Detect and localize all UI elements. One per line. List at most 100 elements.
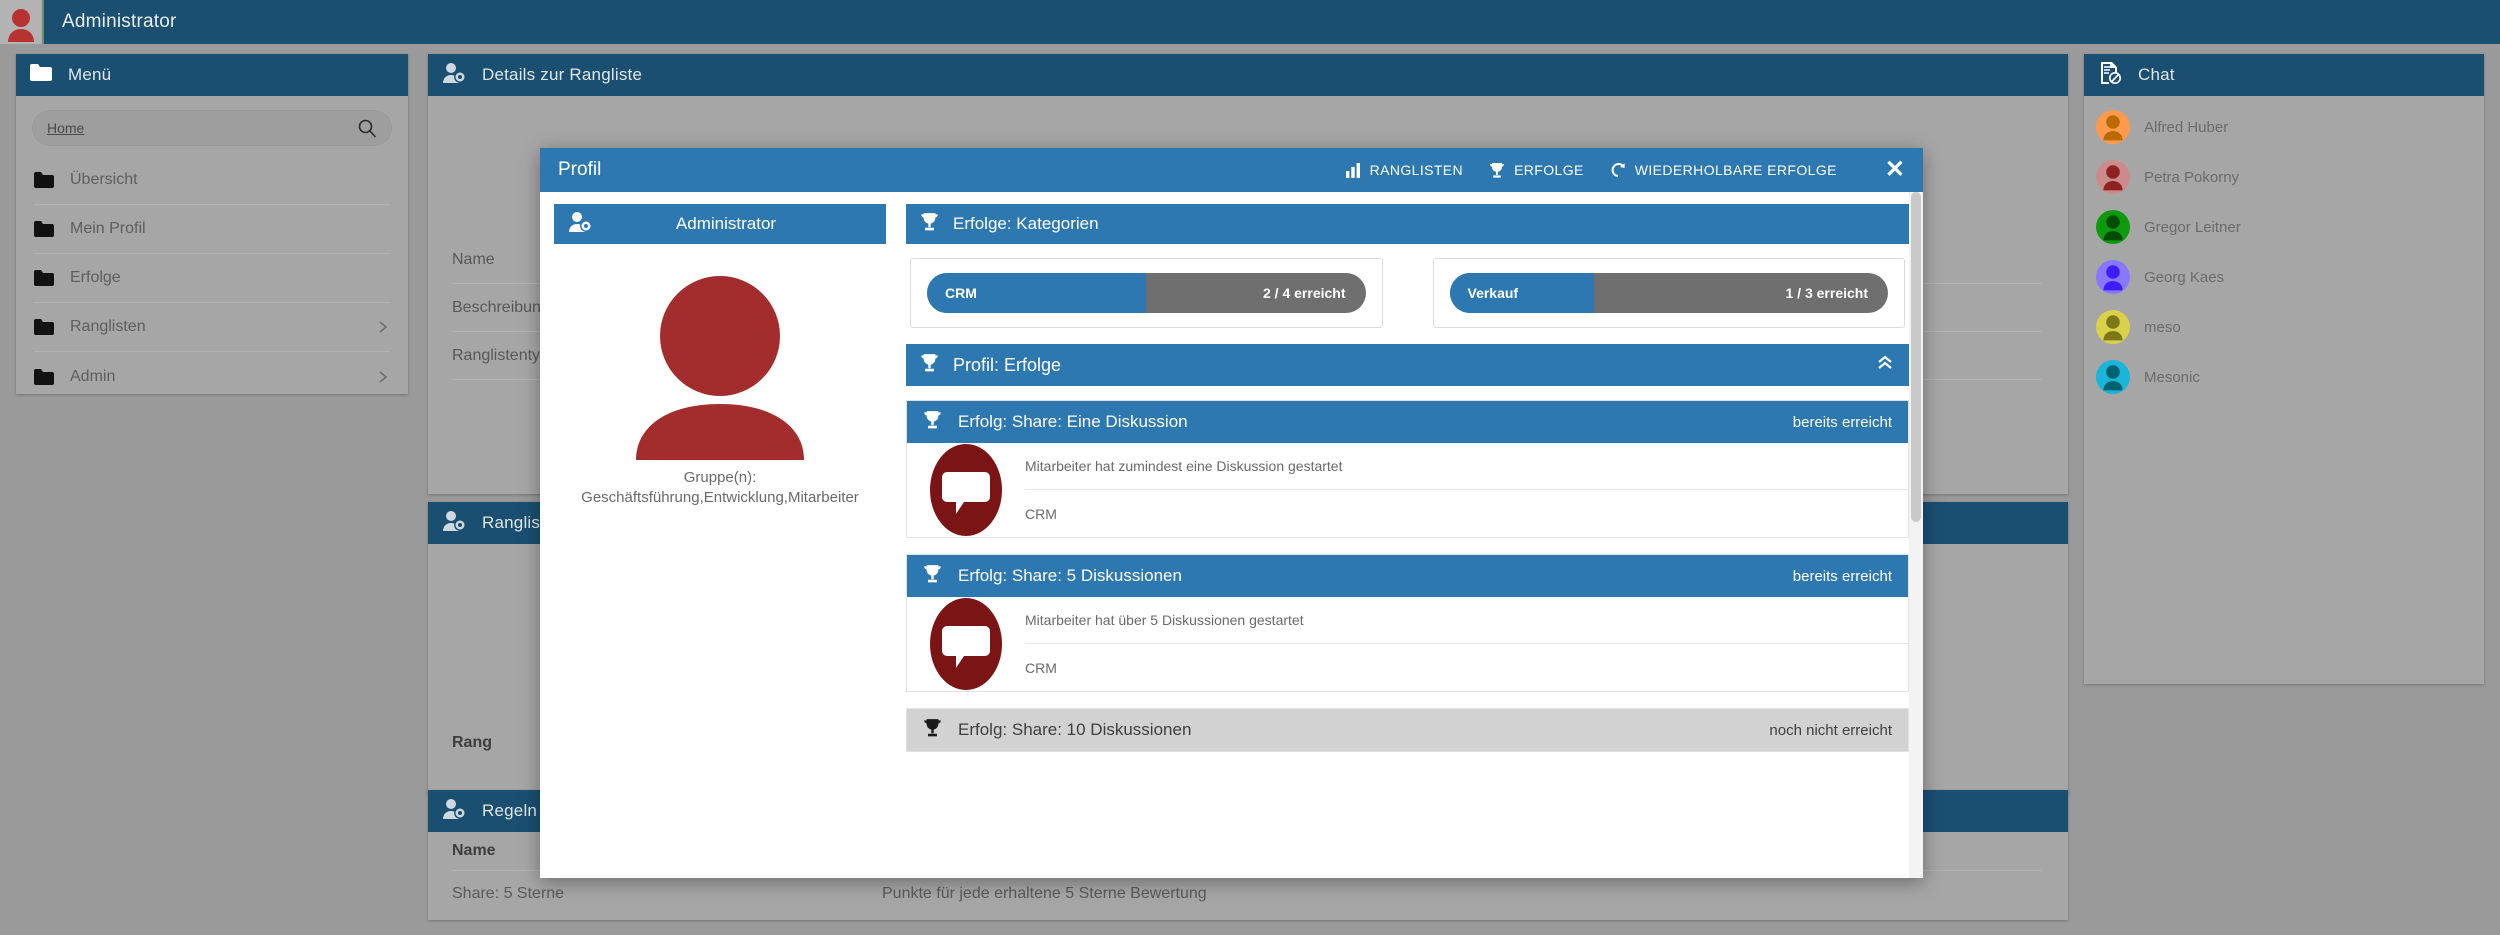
sidebar-item-label: Mein Profil (70, 220, 146, 237)
achievement-card[interactable]: Erfolg: Share: 10 Diskussionen noch nich… (906, 708, 1909, 752)
top-bar: Administrator (0, 0, 2500, 44)
achievement-header: Erfolg: Share: 5 Diskussionen bereits er… (907, 555, 1908, 597)
chevron-double-up-icon[interactable] (1875, 354, 1895, 377)
trophy-icon (923, 410, 942, 435)
folder-icon (34, 172, 54, 188)
regeln-cell-desc: Punkte für jede erhaltene 5 Sterne Bewer… (882, 885, 1207, 902)
search-input[interactable] (47, 120, 357, 136)
folder-icon (34, 368, 54, 385)
sidebar-item-label: Ranglisten (70, 318, 146, 335)
sidebar-item-admin[interactable]: Admin (34, 352, 390, 401)
chat-document-icon (2098, 61, 2122, 90)
status-badge: bereits erreicht (1792, 413, 1892, 431)
sidebar-item-uebersicht[interactable]: Übersicht (34, 156, 390, 205)
user-avatar-glyph (636, 276, 804, 460)
progress-value: 1 / 3 erreicht (1785, 285, 1869, 301)
list-item[interactable]: meso (2084, 302, 2484, 352)
status-badge: noch nicht erreicht (1769, 721, 1892, 739)
avatar (2096, 310, 2130, 344)
wiederholbare-erfolge-button[interactable]: WIEDERHOLBARE ERFOLGE (1610, 162, 1837, 178)
user-avatar-glyph (8, 9, 34, 42)
sidebar-item-ranglisten[interactable]: Ranglisten (34, 303, 390, 352)
refresh-icon (1610, 162, 1626, 178)
achievement-description: Mitarbeiter hat über 5 Diskussionen gest… (1025, 597, 1908, 644)
user-details-icon (568, 211, 592, 238)
list-item[interactable]: Mesonic (2084, 352, 2484, 402)
profile-card-header: Administrator (554, 204, 886, 244)
achievement-lines: Mitarbeiter hat über 5 Diskussionen gest… (1025, 597, 1908, 691)
achievement-category: CRM (1025, 659, 1057, 676)
trophy-icon (923, 564, 942, 589)
list-item[interactable]: Georg Kaes (2084, 252, 2484, 302)
user-details-icon (442, 510, 466, 537)
progress-bar-crm: CRM 2 / 4 erreicht (927, 273, 1366, 313)
achievement-card[interactable]: Erfolg: Share: 5 Diskussionen bereits er… (906, 554, 1909, 692)
ranglisten-button[interactable]: RANGLISTEN (1345, 162, 1463, 178)
user-avatar-icon (554, 244, 886, 468)
chevron-right-icon[interactable] (376, 370, 390, 384)
chat-contact-name: Georg Kaes (2144, 268, 2225, 286)
progress-label: CRM (945, 285, 977, 301)
modal-title: Profil (558, 159, 602, 180)
sidebar-item-mein-profil[interactable]: Mein Profil (34, 205, 390, 254)
trophy-icon (923, 718, 942, 743)
modal-profile-column: Administrator Gruppe(n): Geschäftsführun… (540, 192, 896, 878)
list-item[interactable]: Gregor Leitner (2084, 202, 2484, 252)
kategorien-grid: CRM 2 / 4 erreicht Verkauf 1 / 3 erreich… (906, 244, 1909, 328)
achievement-lines: Mitarbeiter hat zumindest eine Diskussio… (1025, 443, 1908, 537)
chevron-right-icon[interactable] (376, 320, 390, 334)
kategorien-header: Erfolge: Kategorien (906, 204, 1909, 244)
avatar (2096, 160, 2130, 194)
ranglisten-label: RANGLISTEN (1369, 162, 1464, 178)
speech-bubble-icon (907, 597, 1025, 691)
folder-icon (34, 319, 54, 335)
achievement-header: Erfolg: Share: Eine Diskussion bereits e… (907, 401, 1908, 443)
list-item[interactable]: Petra Pokorny (2084, 152, 2484, 202)
achievement-list: Erfolg: Share: Eine Diskussion bereits e… (906, 400, 1909, 752)
avatar (2096, 110, 2130, 144)
kategorien-title: Erfolge: Kategorien (953, 214, 1099, 233)
regeln-cell-name: Share: 5 Sterne (452, 885, 565, 902)
chat-contact-name: Alfred Huber (2144, 118, 2229, 136)
sidebar-item-label: Erfolge (70, 269, 121, 286)
sidebar-item-label: Übersicht (70, 171, 138, 188)
user-details-icon (442, 62, 466, 89)
user-avatar-icon[interactable] (0, 0, 44, 44)
search-icon[interactable] (357, 118, 377, 138)
regeln-panel-title: Regeln (482, 801, 538, 820)
chat-panel-header: Chat (2084, 54, 2484, 96)
modal-scrollbar[interactable] (1909, 192, 1923, 878)
chat-panel-title: Chat (2138, 65, 2175, 84)
sidebar-menu: Übersicht Mein Profil Erfolge Ranglisten… (16, 156, 408, 415)
chat-contact-name: Gregor Leitner (2144, 218, 2241, 236)
chat-panel: Chat Alfred Huber Petra Pokorny Gregor L… (2084, 54, 2484, 684)
erfolge-label: ERFOLGE (1514, 162, 1584, 178)
list-item[interactable]: Alfred Huber (2084, 102, 2484, 152)
progress-bar-verkauf: Verkauf 1 / 3 erreicht (1449, 273, 1888, 313)
profile-groups-label: Gruppe(n): (683, 469, 757, 486)
kategorie-box: CRM 2 / 4 erreicht (910, 258, 1383, 328)
achievement-title: Erfolg: Share: 5 Diskussionen (958, 566, 1182, 585)
sidebar-search-wrap (16, 96, 408, 156)
kategorie-box: Verkauf 1 / 3 erreicht (1432, 258, 1905, 328)
status-badge: bereits erreicht (1792, 567, 1892, 585)
wiederholbare-erfolge-label: WIEDERHOLBARE ERFOLGE (1634, 162, 1837, 178)
erfolge-button[interactable]: ERFOLGE (1489, 162, 1584, 179)
trophy-icon (1489, 162, 1505, 179)
sidebar-item-erfolge[interactable]: Erfolge (34, 254, 390, 303)
modal-header: Profil RANGLISTEN ERFOLGE WIEDERHOLBARE … (540, 148, 1923, 192)
profile-card-title: Administrator (675, 214, 777, 233)
close-icon[interactable]: ✕ (1885, 158, 1905, 182)
app-root: Administrator Menü Übersicht (0, 0, 2500, 935)
profile-groups-value: Geschäftsführung,Entwicklung,Mitarbeiter (581, 489, 859, 507)
achievement-card[interactable]: Erfolg: Share: Eine Diskussion bereits e… (906, 400, 1909, 538)
modal-scrollbar-thumb[interactable] (1911, 192, 1921, 522)
sidebar-panel: Menü Übersicht Mein Profil Erfolge (16, 54, 408, 394)
speech-bubble-icon (907, 443, 1025, 537)
profil-erfolge-header[interactable]: Profil: Erfolge (906, 344, 1909, 386)
profil-erfolge-title: Profil: Erfolge (953, 354, 1062, 375)
search-box[interactable] (32, 110, 392, 146)
avatar (2096, 360, 2130, 394)
achievement-description: Mitarbeiter hat zumindest eine Diskussio… (1025, 443, 1908, 490)
sidebar-title: Menü (68, 65, 112, 84)
